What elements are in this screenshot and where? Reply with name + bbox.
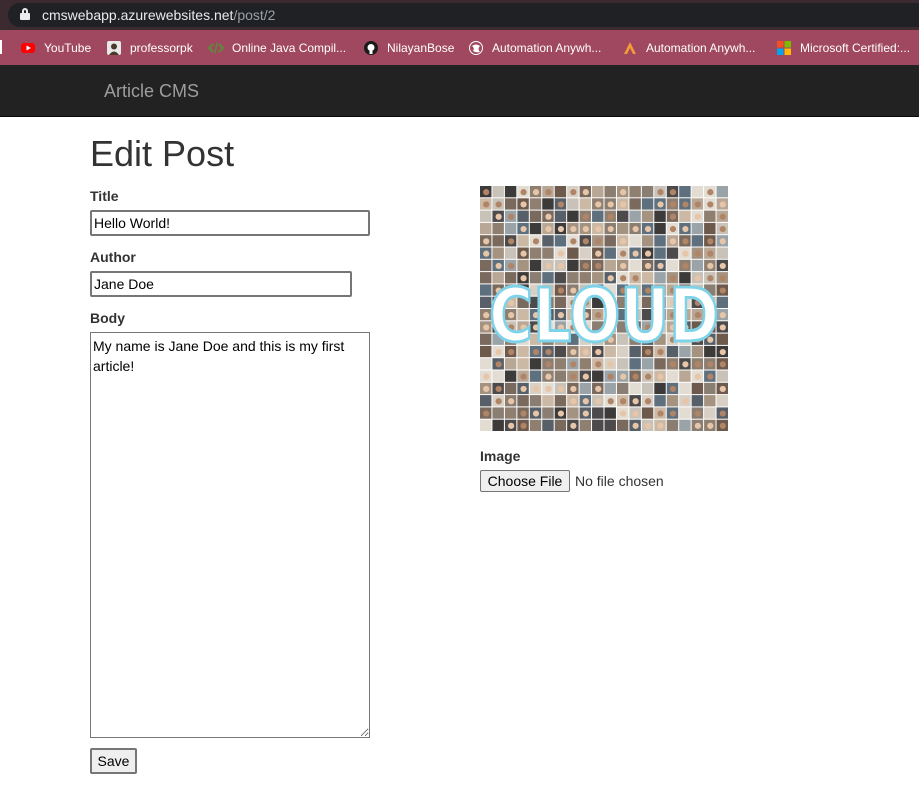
svg-text:CLOUD: CLOUD [489,273,719,359]
triangle-logo-icon [624,42,636,54]
file-status: No file chosen [575,473,664,489]
code-icon [208,42,224,54]
body-label: Body [90,310,125,326]
title-input[interactable] [90,210,370,236]
bookmark-overflow-edge [0,40,2,54]
bookmarks-bar: YouTube professorpk Online Java Compil..… [0,30,919,65]
youtube-icon [21,43,35,53]
avatar-icon [107,41,121,55]
author-input[interactable] [90,271,352,297]
browser-address-bar: cmswebapp.azurewebsites.net/post/2 [0,0,919,30]
url-path: /post/2 [233,7,276,23]
lock-icon[interactable] [20,8,30,20]
app-navbar: Article CMS [0,65,919,117]
body-textarea[interactable]: My name is Jane Doe and this is my first… [90,332,370,738]
image-label: Image [480,448,521,464]
globe-icon [469,41,483,55]
post-image-preview: CLOUD [480,186,729,432]
bookmark-label: Online Java Compil... [232,41,347,55]
bookmark-label: YouTube [44,41,92,55]
url-text[interactable]: cmswebapp.azurewebsites.net/post/2 [42,7,275,23]
choose-file-button[interactable]: Choose File [480,470,570,492]
brand-link[interactable]: Article CMS [104,81,199,102]
github-icon [364,41,378,55]
microsoft-icon [777,41,791,55]
bookmark-label: professorpk [130,41,193,55]
collage-image: CLOUD [480,186,728,431]
title-label: Title [90,188,119,204]
bookmark-label: Automation Anywh... [492,41,602,55]
save-button[interactable]: Save [90,748,137,774]
bookmark-label: Automation Anywh... [646,41,756,55]
url-host: cmswebapp.azurewebsites.net [42,7,234,23]
bookmark-label: Microsoft Certified:... [800,41,911,55]
page-title: Edit Post [90,133,235,174]
bookmark-label: NilayanBose [387,41,455,55]
author-label: Author [90,249,136,265]
